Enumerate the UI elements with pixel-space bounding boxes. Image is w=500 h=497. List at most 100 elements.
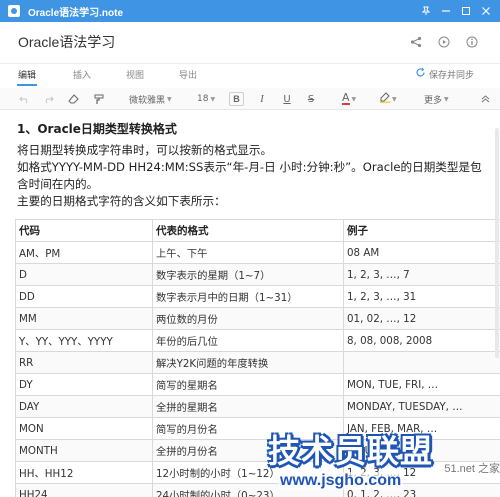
note-header: Oracle语法学习 bbox=[0, 22, 500, 64]
table-cell: MONDAY, TUESDAY, … bbox=[343, 395, 500, 418]
table-cell: RR bbox=[15, 351, 153, 374]
table-cell: 24小时制的小时（0~23） bbox=[152, 483, 344, 497]
table-row: DD 数字表示月中的日期（1~31） 1, 2, 3, …, 31 bbox=[15, 285, 500, 308]
table-cell: DY bbox=[15, 373, 153, 396]
eraser-icon[interactable] bbox=[66, 92, 80, 106]
italic-button[interactable]: I bbox=[257, 92, 267, 106]
table-row: MM 两位数的月份 01, 02, …, 12 bbox=[15, 307, 500, 330]
sync-icon bbox=[415, 67, 426, 81]
table-cell: D bbox=[15, 263, 153, 286]
font-size-select[interactable]: 18 ▼ bbox=[197, 92, 215, 106]
table-cell: MM bbox=[15, 307, 153, 330]
chevron-down-icon: ▼ bbox=[351, 95, 357, 103]
table-cell: DD bbox=[15, 285, 153, 308]
section-heading: 1、Oracle日期类型转换格式 bbox=[17, 122, 177, 136]
table-row: MON 简写的月份名 JAN, FEB, MAR, … bbox=[15, 417, 500, 440]
table-cell: MON bbox=[15, 417, 153, 440]
table-row: DY 简写的星期名 MON, TUE, FRI, … bbox=[15, 373, 500, 396]
underline-button[interactable]: U bbox=[282, 92, 292, 106]
table-cell: DAY bbox=[15, 395, 153, 418]
table-cell: Y、YY、YYY、YYYY bbox=[15, 329, 153, 352]
table-cell: 12小时制的小时（1~12） bbox=[152, 461, 344, 484]
font-family-select[interactable]: 微软雅黑 ▼ bbox=[129, 92, 172, 106]
table-cell: HH24 bbox=[15, 483, 153, 497]
paragraph: 如格式YYYY-MM-DD HH24:MM:SS表示“年-月-日 小时:分钟:秒… bbox=[17, 160, 482, 191]
table-cell: 0, 1, 2, …, 23 bbox=[343, 483, 500, 497]
table-cell: 年份的后几位 bbox=[152, 329, 344, 352]
chevron-down-icon: ▼ bbox=[444, 95, 449, 103]
table-cell: 08 AM bbox=[343, 241, 500, 264]
more-label: 更多 bbox=[424, 95, 443, 106]
table-cell: JANUARY, … bbox=[343, 439, 500, 462]
collapse-toolbar-icon[interactable] bbox=[480, 92, 490, 106]
undo-icon[interactable] bbox=[17, 92, 31, 106]
window-controls bbox=[416, 0, 496, 22]
tab-edit[interactable]: 编辑 bbox=[18, 68, 36, 81]
paragraph: 将日期型转换成字符串时，可以按新的格式显示。 bbox=[17, 143, 273, 157]
maximize-button[interactable] bbox=[456, 0, 476, 22]
font-color-button[interactable]: A ▼ bbox=[342, 92, 356, 106]
table-cell: 两位数的月份 bbox=[152, 307, 344, 330]
bold-button[interactable]: B bbox=[229, 92, 244, 106]
table-row: Y、YY、YYY、YYYY 年份的后几位 8, 08, 008, 2008 bbox=[15, 329, 500, 352]
chevron-down-icon: ▼ bbox=[392, 95, 397, 103]
table-cell: 简写的月份名 bbox=[152, 417, 344, 440]
format-painter-icon[interactable] bbox=[92, 92, 106, 106]
table-cell: 上午、下午 bbox=[152, 241, 344, 264]
pin-icon[interactable] bbox=[416, 0, 436, 22]
table-header-cell: 例子 bbox=[343, 219, 500, 242]
more-menu[interactable]: 更多 ▼ bbox=[424, 92, 449, 106]
info-icon[interactable] bbox=[464, 34, 480, 50]
table-row: HH24 24小时制的小时（0~23） 0, 1, 2, …, 23 bbox=[15, 483, 500, 497]
sync-label: 保存并同步 bbox=[428, 70, 474, 81]
table-cell: 简写的星期名 bbox=[152, 373, 344, 396]
highlight-button[interactable]: ▼ bbox=[380, 92, 397, 106]
note-body[interactable]: 1、Oracle日期类型转换格式 将日期型转换成字符串时，可以按新的格式显示。 … bbox=[17, 121, 487, 210]
vertical-scrollbar[interactable] bbox=[495, 128, 499, 358]
font-color-icon: A bbox=[342, 91, 350, 105]
table-row: RR 解决Y2K问题的年度转换 bbox=[15, 351, 500, 374]
paragraph: 主要的日期格式字符的含义如下表所示： bbox=[17, 194, 226, 208]
font-size-value: 18 bbox=[197, 94, 209, 104]
minimize-button[interactable] bbox=[436, 0, 456, 22]
table-row: DAY 全拼的星期名 MONDAY, TUESDAY, … bbox=[15, 395, 500, 418]
chevron-down-icon: ▼ bbox=[210, 95, 216, 103]
table-cell bbox=[343, 351, 500, 374]
date-format-table[interactable]: 代码 代表的格式 例子 AM、PM 上午、下午 08 AM D 数字表示的星期（1~7… bbox=[15, 219, 500, 497]
share-icon[interactable] bbox=[408, 34, 424, 50]
table-cell: 数字表示月中的日期（1~31） bbox=[152, 285, 344, 308]
table-row: AM、PM 上午、下午 08 AM bbox=[15, 241, 500, 264]
tab-view[interactable]: 视图 bbox=[126, 68, 144, 81]
strikethrough-button[interactable]: S bbox=[306, 92, 316, 106]
close-button[interactable] bbox=[476, 0, 496, 22]
table-cell: 1, 2, 3, …, 12 bbox=[343, 461, 500, 484]
table-row: MONTH 全拼的月份名 JANUARY, … bbox=[15, 439, 500, 462]
table-header-cell: 代码 bbox=[15, 219, 153, 242]
active-tab-indicator bbox=[17, 84, 37, 86]
table-header-cell: 代表的格式 bbox=[152, 219, 344, 242]
table-cell: HH、HH12 bbox=[15, 461, 153, 484]
table-cell: 数字表示的星期（1~7） bbox=[152, 263, 344, 286]
table-cell: 解决Y2K问题的年度转换 bbox=[152, 351, 344, 374]
app-logo-icon bbox=[8, 5, 20, 17]
presentation-icon[interactable] bbox=[436, 34, 452, 50]
table-cell: 1, 2, 3, …, 31 bbox=[343, 285, 500, 308]
tab-export[interactable]: 导出 bbox=[179, 68, 197, 81]
table-cell: 8, 08, 008, 2008 bbox=[343, 329, 500, 352]
header-actions bbox=[408, 34, 480, 50]
table-header-row: 代码 代表的格式 例子 bbox=[15, 219, 500, 242]
tab-insert[interactable]: 插入 bbox=[73, 68, 91, 81]
format-toolbar: 微软雅黑 ▼ 18 ▼ B I U S A ▼ ▼ 更多 ▼ bbox=[0, 88, 500, 110]
table-cell: JAN, FEB, MAR, … bbox=[343, 417, 500, 440]
chevron-down-icon: ▼ bbox=[167, 95, 172, 103]
table-cell: MONTH bbox=[15, 439, 153, 462]
table-cell: 全拼的月份名 bbox=[152, 439, 344, 462]
table-cell: AM、PM bbox=[15, 241, 153, 264]
window-title: Oracle语法学习.note bbox=[28, 7, 124, 19]
save-sync-button[interactable]: 保存并同步 bbox=[415, 67, 474, 81]
redo-icon[interactable] bbox=[41, 92, 55, 106]
page-title[interactable]: Oracle语法学习 bbox=[18, 32, 115, 52]
highlighter-icon bbox=[380, 92, 390, 106]
font-family-value: 微软雅黑 bbox=[129, 95, 166, 106]
table-cell: 全拼的星期名 bbox=[152, 395, 344, 418]
